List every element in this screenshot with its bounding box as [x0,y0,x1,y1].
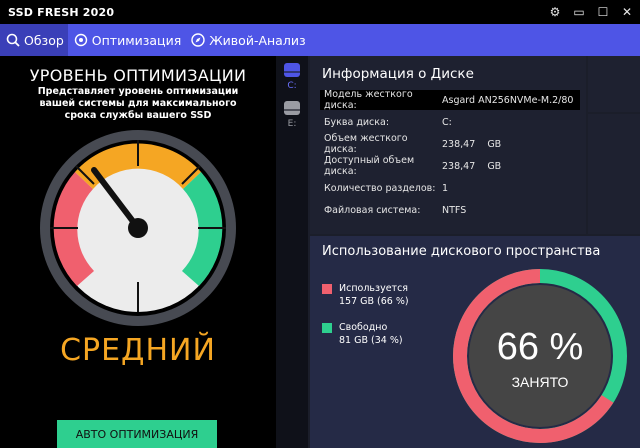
info-value: 238,47 GB [442,160,502,172]
tab-optimization-label: Оптимизация [91,32,182,48]
auto-optimize-button[interactable]: АВТО ОПТИМИЗАЦИЯ [57,420,217,448]
info-key: Доступный объем диска: [324,155,415,177]
side-panel-bottom [588,114,640,234]
maximize-button[interactable]: ☐ [596,5,610,19]
info-key: Объем жесткого диска: [324,133,408,155]
tab-optimization[interactable]: Оптимизация [68,24,185,56]
drive-letter-c: C: [287,81,297,91]
drive-icon [284,63,300,77]
app-title: SSD FRESH 2020 [8,5,115,19]
title-bar: SSD FRESH 2020 ⚙ ▭ ☐ ✕ [0,0,640,24]
compass-icon [191,33,205,47]
drive-item-c[interactable]: C: [276,62,308,91]
info-value: C: [442,116,452,128]
tab-overview[interactable]: Обзор [0,24,68,56]
drive-icon [284,101,300,115]
info-row-capacity[interactable]: Объем жесткого диска: 238,47 GB [320,133,580,155]
info-key: Количество разделов: [324,182,436,194]
info-value: 1 [442,182,449,194]
close-button[interactable]: ✕ [620,5,634,19]
info-row-model[interactable]: Модель жесткого диска: Asgard AN256NVMe-… [320,89,580,111]
donut-status: ЗАНЯТО [512,374,569,390]
usage-donut: 66 % ЗАНЯТО [453,269,627,443]
minimize-button[interactable]: ▭ [572,5,586,19]
legend-free-label: Свободно [339,322,388,333]
legend-free-swatch [322,323,332,333]
disk-usage-panel: Использование дискового пространства Исп… [310,236,640,448]
legend-used: Используется 157 GB (66 %) [322,282,409,308]
info-row-available[interactable]: Доступный объем диска: 238,47 GB [320,155,580,177]
disk-info-panel: Информация о Диске Модель жесткого диска… [310,56,586,234]
tab-overview-label: Обзор [24,32,64,48]
legend-used-label: Используется [339,283,409,294]
side-panel-top [588,56,640,112]
tab-live-analysis[interactable]: Живой-Анализ [185,24,309,56]
legend-free-value: 81 GB (34 %) [339,335,403,346]
drive-item-e[interactable]: E: [276,100,308,129]
settings-icon[interactable]: ⚙ [548,5,562,19]
drive-list: C: E: [276,56,308,448]
info-row-filesystem[interactable]: Файловая система: NTFS [320,200,580,220]
optimization-panel: УРОВЕНЬ ОПТИМИЗАЦИИ Представляет уровень… [0,56,276,448]
info-row-letter[interactable]: Буква диска: C: [320,112,580,132]
optimization-gauge [40,130,236,326]
search-icon [6,33,20,47]
info-row-partitions[interactable]: Количество разделов: 1 [320,178,580,198]
info-key: Буква диска: [324,116,390,128]
legend-free: Свободно 81 GB (34 %) [322,321,403,347]
info-value: Asgard AN256NVMe-M.2/80 [442,94,574,106]
gauge-hub [128,218,148,238]
disk-usage-heading: Использование дискового пространства [322,244,601,259]
info-key: Модель жесткого диска: [324,89,413,111]
legend-used-value: 157 GB (66 %) [339,296,409,307]
info-value: 238,47 GB [442,138,502,150]
donut-percent: 66 % [497,326,584,368]
optimization-level: СРЕДНИЙ [60,333,216,368]
disk-info-heading: Информация о Диске [322,66,474,82]
optimization-description: Представляет уровень оптимизации вашей с… [37,86,239,121]
window-controls: ⚙ ▭ ☐ ✕ [548,0,634,24]
optimization-heading: УРОВЕНЬ ОПТИМИЗАЦИИ [29,66,247,85]
main-tab-bar: Обзор Оптимизация Живой-Анализ [0,24,640,56]
drive-letter-e: E: [287,119,297,129]
info-value: NTFS [442,204,467,216]
gear-icon [74,33,87,47]
legend-used-swatch [322,284,332,294]
info-key: Файловая система: [324,204,421,216]
tab-live-analysis-label: Живой-Анализ [209,32,306,48]
